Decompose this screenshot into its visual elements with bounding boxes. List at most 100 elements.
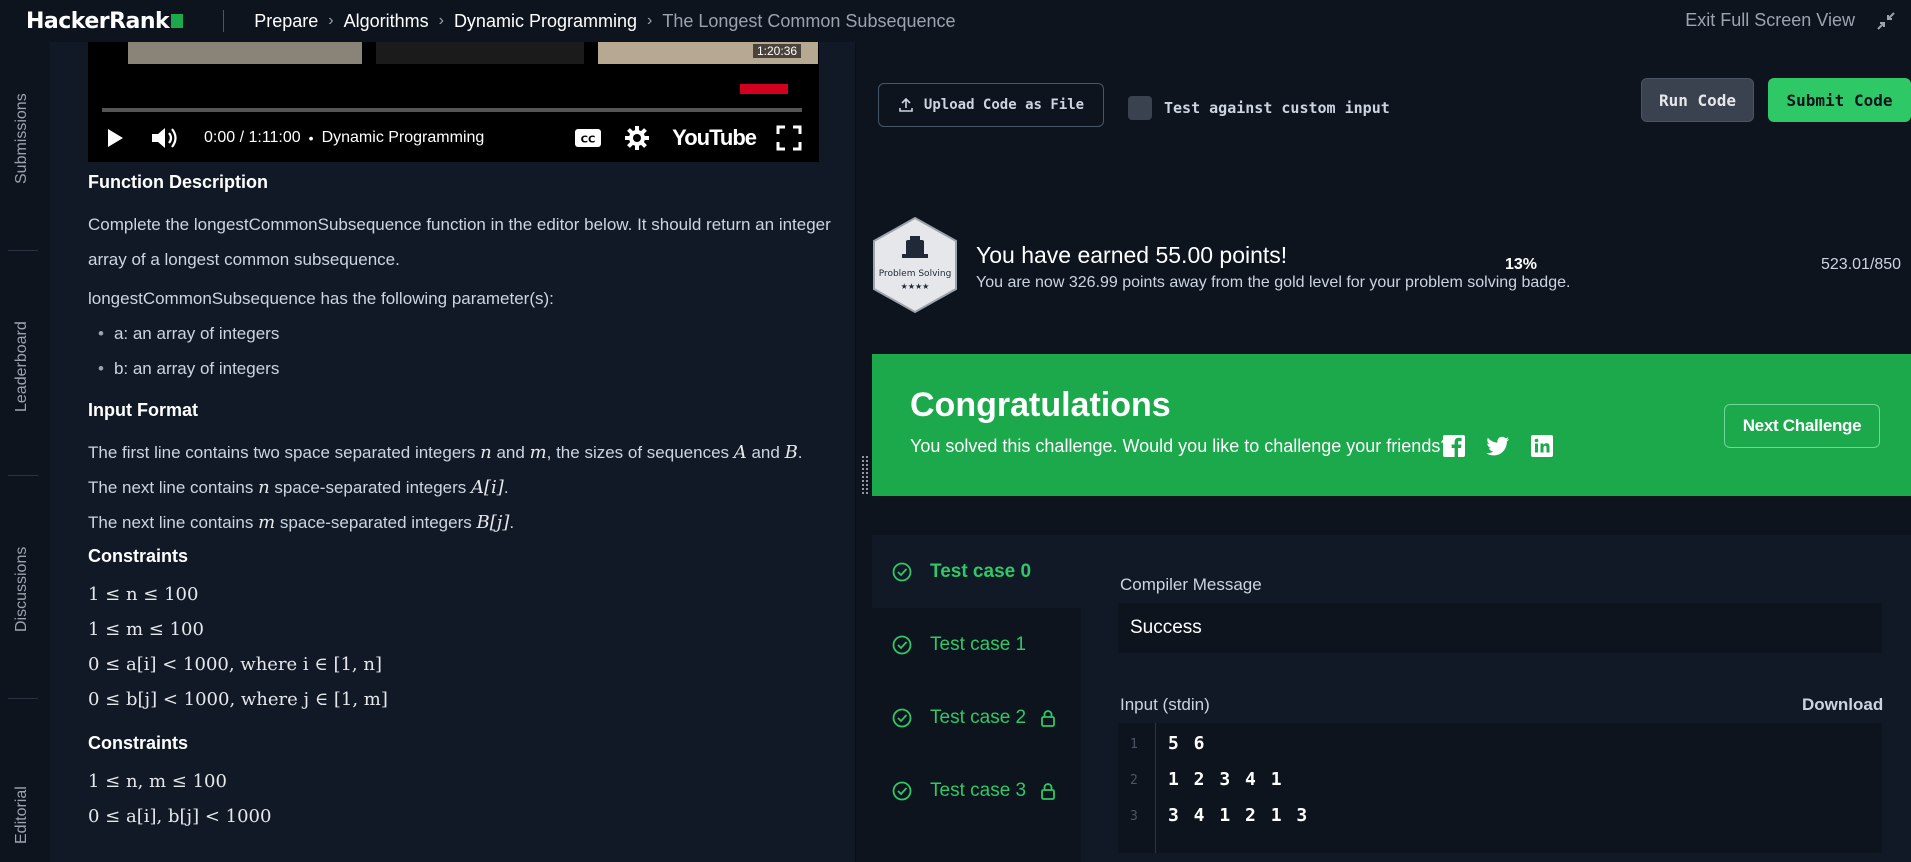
problem-solving-badge[interactable]: Problem Solving ★★★★ [870,216,960,314]
next-challenge-button[interactable]: Next Challenge [1724,404,1880,448]
left-rail: Submissions Leaderboard Discussions Edit… [0,42,50,862]
custom-input-label: Test against custom input [1164,99,1390,117]
test-case-3-tab[interactable]: Test case 3 [872,754,1081,827]
problem-panel: 1:20:36 0:00 / 1:11:00 • Dynamic Program… [50,42,855,862]
top-bar: HackerRank Prepare › Algorithms › Dynami… [0,0,1911,42]
math-var: n [258,477,270,498]
exit-fullscreen-link[interactable]: Exit Full Screen View [1685,10,1855,31]
text-span: . [503,478,509,497]
points-total: 523.01/850 [1821,256,1902,273]
upload-code-button[interactable]: Upload Code as File [878,83,1104,127]
play-icon[interactable] [102,126,126,150]
video-player[interactable]: 1:20:36 0:00 / 1:11:00 • Dynamic Program… [88,42,819,162]
text-span: The first line contains two space separa… [88,443,481,462]
video-progress-bar[interactable] [102,84,802,112]
problem-description: Function Description Complete the longes… [88,172,848,834]
stdin-line: 5 6 [1168,733,1207,754]
text-span: . [797,443,803,462]
captions-icon[interactable]: CC [574,127,602,149]
points-earned: You have earned 55.00 points! [976,242,1288,268]
constraint-line: 1 ≤ n, m ≤ 100 [88,771,227,792]
rail-leaderboard[interactable]: Leaderboard [13,321,31,412]
text-span: and [746,443,785,462]
settings-gear-icon[interactable] [624,125,650,151]
input-format-line-3: The next line contains m space-separated… [88,505,848,540]
congrats-title: Congratulations [910,386,1171,424]
constraint-line: 0 ≤ b[j] < 1000, where j ∈ [1, m] [88,689,388,710]
check-circle-icon [892,708,912,727]
test-case-label: Test case 2 [930,706,1027,728]
param-a: a: an array of integers [98,316,848,351]
test-case-label: Test case 3 [930,779,1027,801]
lock-icon [1041,709,1056,727]
breadcrumb-dynamic-programming[interactable]: Dynamic Programming [454,11,637,32]
minimize-icon[interactable] [1875,10,1897,32]
rail-discussions[interactable]: Discussions [13,547,31,632]
input-format-heading: Input Format [88,400,198,420]
hackerrank-logo[interactable]: HackerRank [26,8,184,34]
points-away: You are now 326.99 points away from the … [976,274,1571,291]
rail-submissions[interactable]: Submissions [13,93,31,184]
panel-resize-handle[interactable] [861,455,869,495]
video-time: 0:00 / 1:11:00 [204,129,301,146]
text-span: , the sizes of sequences [546,443,734,462]
constraint-line: 1 ≤ n ≤ 100 [88,584,199,605]
rail-editorial[interactable]: Editorial [13,786,31,844]
breadcrumb-prepare[interactable]: Prepare [254,11,318,32]
test-case-2-tab[interactable]: Test case 2 [872,681,1081,754]
logo-square-icon [171,14,184,28]
video-live-marker [740,84,788,94]
math-var: m [529,442,547,463]
test-case-label: Test case 0 [930,560,1032,582]
test-case-label: Test case 1 [930,633,1027,655]
video-controls: 0:00 / 1:11:00 • Dynamic Programming CC … [102,122,802,154]
header-divider [223,10,225,32]
youtube-logo[interactable]: YouTube [672,125,757,151]
submit-code-button[interactable]: Submit Code [1768,78,1911,122]
video-thumbnail [128,42,362,64]
text-span: . [509,513,515,532]
linkedin-icon[interactable] [1530,434,1554,458]
twitter-icon[interactable] [1486,434,1510,458]
video-thumbnail [376,42,584,64]
function-description-text: Complete the longestCommonSubsequence fu… [88,215,831,269]
compiler-message-value: Success [1118,603,1882,653]
line-number: 3 [1130,809,1138,824]
rail-divider [8,475,38,476]
check-circle-icon [892,635,912,654]
fullscreen-icon[interactable] [776,125,802,151]
logo-text: HackerRank [26,8,170,34]
math-var: A[i] [471,477,504,498]
check-circle-icon [892,781,912,800]
constraints-heading-2: Constraints [88,733,189,753]
badge-stars: ★★★★ [901,282,930,291]
congrats-subtitle: You solved this challenge. Would you lik… [910,436,1451,456]
math-var: A [733,442,747,463]
test-case-0-tab[interactable]: Test case 0 [872,535,1081,608]
params-intro: longestCommonSubsequence has the followi… [88,289,554,308]
custom-input-toggle[interactable]: Test against custom input [1128,96,1390,120]
run-code-button[interactable]: Run Code [1641,78,1754,122]
compiler-message-label: Compiler Message [1120,575,1262,594]
upload-icon [899,97,913,112]
test-results: Test case 0 Test case 1 Test case 2 Test… [872,535,1911,862]
breadcrumb-chevron-icon: › [647,12,653,29]
download-link[interactable]: Download [1802,695,1883,715]
check-circle-icon [892,562,912,581]
video-chapter[interactable]: Dynamic Programming [322,129,485,147]
test-case-1-tab[interactable]: Test case 1 [872,608,1081,681]
line-number-gutter: 1 2 3 [1118,723,1156,853]
math-var: n [480,442,492,463]
breadcrumb-algorithms[interactable]: Algorithms [344,11,429,32]
facebook-icon[interactable] [1442,434,1466,458]
constraint-line: 0 ≤ a[i] < 1000, where i ∈ [1, n] [88,654,382,675]
stdin-label: Input (stdin) [1120,695,1210,714]
volume-icon[interactable] [150,125,180,151]
custom-input-checkbox[interactable] [1128,96,1152,120]
congratulations-banner: Congratulations You solved this challeng… [872,354,1911,496]
math-var: B[j] [476,512,510,533]
param-b: b: an array of integers [98,351,848,386]
video-thumbnail-strip: 1:20:36 [128,42,818,64]
constraint-line: 1 ≤ m ≤ 100 [88,619,204,640]
line-number: 1 [1130,737,1138,752]
